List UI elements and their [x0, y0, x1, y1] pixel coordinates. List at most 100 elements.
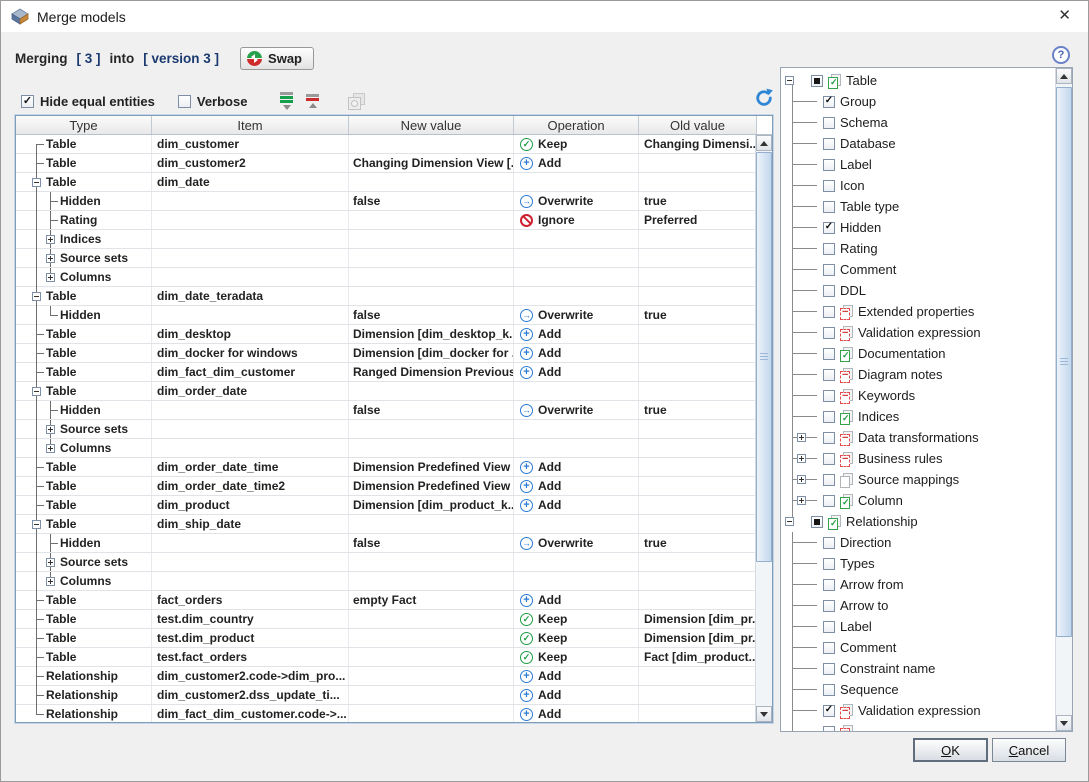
table-row[interactable]: Tabledim_customerKeepChanging Dimensi...	[16, 135, 757, 154]
table-row[interactable]: Tabledim_order_date_timeDimension Predef…	[16, 458, 757, 477]
checkbox[interactable]	[811, 516, 823, 528]
table-row[interactable]: Tabledim_order_date	[16, 382, 757, 401]
table-row[interactable]: Tabledim_date	[16, 173, 757, 192]
checkbox[interactable]	[823, 726, 835, 732]
table-row[interactable]: Tabledim_productDimension [dim_product_k…	[16, 496, 757, 515]
expand-expander-icon[interactable]	[46, 444, 55, 453]
tree-item[interactable]: −	[781, 721, 1055, 731]
table-row[interactable]: Tabledim_desktopDimension [dim_desktop_k…	[16, 325, 757, 344]
collapse-all-icon[interactable]	[305, 94, 320, 108]
hide-equal-entities-checkbox[interactable]: Hide equal entities	[21, 94, 155, 109]
table-row[interactable]: Columns	[16, 268, 757, 287]
tree-item[interactable]: Rating	[781, 238, 1055, 259]
table-row[interactable]: Source sets	[16, 553, 757, 572]
checkbox[interactable]	[823, 327, 835, 339]
tree-item[interactable]: −Validation expression	[781, 322, 1055, 343]
collapse-expander-icon[interactable]	[32, 292, 41, 301]
table-row[interactable]: Tabledim_docker for windowsDimension [di…	[16, 344, 757, 363]
table-row[interactable]: Relationshipdim_customer2.dss_update_ti.…	[16, 686, 757, 705]
table-row[interactable]: Columns	[16, 439, 757, 458]
tree-item[interactable]: −Business rules	[781, 448, 1055, 469]
tree-item[interactable]: Types	[781, 553, 1055, 574]
checkbox[interactable]	[823, 621, 835, 633]
swap-button[interactable]: Swap	[240, 47, 314, 70]
checkbox[interactable]	[823, 411, 835, 423]
help-icon[interactable]: ?	[1052, 46, 1070, 64]
table-row[interactable]: HiddenfalseOverwritetrue	[16, 534, 757, 553]
collapse-expander-icon[interactable]	[785, 517, 794, 526]
table-row[interactable]: Tablefact_ordersempty FactAdd	[16, 591, 757, 610]
checkbox[interactable]	[823, 537, 835, 549]
checkbox[interactable]	[823, 579, 835, 591]
expand-expander-icon[interactable]	[797, 454, 806, 463]
tree-item[interactable]: −Data transformations	[781, 427, 1055, 448]
checkbox[interactable]	[823, 663, 835, 675]
tree-item[interactable]: −Diagram notes	[781, 364, 1055, 385]
checkbox[interactable]	[823, 705, 835, 717]
ok-button[interactable]: OK	[913, 738, 988, 762]
expand-expander-icon[interactable]	[797, 475, 806, 484]
checkbox[interactable]	[823, 495, 835, 507]
column-header[interactable]: Type	[16, 116, 152, 134]
checkbox-unchecked[interactable]	[178, 95, 191, 108]
tree-item[interactable]: Comment	[781, 259, 1055, 280]
table-row[interactable]: Columns	[16, 572, 757, 591]
table-row[interactable]: Tabledim_customer2Changing Dimension Vie…	[16, 154, 757, 173]
table-row[interactable]: Indices	[16, 230, 757, 249]
checkbox[interactable]	[823, 180, 835, 192]
tree-item[interactable]: Group	[781, 91, 1055, 112]
scroll-down-button[interactable]	[1056, 715, 1072, 731]
tree-item[interactable]: Constraint name	[781, 658, 1055, 679]
checkbox[interactable]	[823, 285, 835, 297]
tree-item[interactable]: −Extended properties	[781, 301, 1055, 322]
scroll-up-button[interactable]	[756, 135, 772, 151]
tree-item[interactable]: ✓Table	[781, 70, 1055, 91]
checkbox[interactable]	[823, 222, 835, 234]
column-header[interactable]: New value	[349, 116, 514, 134]
checkbox[interactable]	[823, 243, 835, 255]
expand-expander-icon[interactable]	[797, 496, 806, 505]
tree-item[interactable]: Arrow from	[781, 574, 1055, 595]
tree-item[interactable]: Table type	[781, 196, 1055, 217]
tree-item[interactable]: ✓Documentation	[781, 343, 1055, 364]
cancel-button[interactable]: Cancel	[992, 738, 1066, 762]
tree-item[interactable]: Arrow to	[781, 595, 1055, 616]
tree-item[interactable]: ✓Relationship	[781, 511, 1055, 532]
refresh-icon[interactable]	[753, 87, 775, 109]
verbose-checkbox[interactable]: Verbose	[178, 94, 248, 109]
table-row[interactable]: HiddenfalseOverwritetrue	[16, 306, 757, 325]
table-row[interactable]: Relationshipdim_customer2.code->dim_pro.…	[16, 667, 757, 686]
table-row[interactable]: Source sets	[16, 249, 757, 268]
checkbox[interactable]	[823, 138, 835, 150]
table-row[interactable]: Tabledim_order_date_time2Dimension Prede…	[16, 477, 757, 496]
checkbox[interactable]	[823, 117, 835, 129]
checkbox[interactable]	[823, 201, 835, 213]
expand-expander-icon[interactable]	[46, 273, 55, 282]
tree-item[interactable]: −Validation expression	[781, 700, 1055, 721]
scroll-up-button[interactable]	[1056, 68, 1072, 84]
tree-item[interactable]: Hidden	[781, 217, 1055, 238]
checkbox[interactable]	[823, 558, 835, 570]
table-row[interactable]: Tabletest.dim_productKeepDimension [dim_…	[16, 629, 757, 648]
checkbox[interactable]	[823, 348, 835, 360]
checkbox[interactable]	[823, 369, 835, 381]
tree-item[interactable]: ✓Indices	[781, 406, 1055, 427]
table-row[interactable]: Source sets	[16, 420, 757, 439]
checkbox[interactable]	[811, 75, 823, 87]
checkbox[interactable]	[823, 306, 835, 318]
scroll-down-button[interactable]	[756, 706, 772, 722]
expand-expander-icon[interactable]	[46, 425, 55, 434]
close-icon[interactable]: ✕	[1058, 8, 1071, 24]
tree-item[interactable]: Schema	[781, 112, 1055, 133]
table-row[interactable]: Tabledim_ship_date	[16, 515, 757, 534]
table-row[interactable]: HiddenfalseOverwritetrue	[16, 401, 757, 420]
checkbox[interactable]	[823, 96, 835, 108]
tree-scrollbar[interactable]	[1055, 68, 1072, 731]
tree-item[interactable]: Database	[781, 133, 1055, 154]
table-row[interactable]: Tabledim_date_teradata	[16, 287, 757, 306]
expand-expander-icon[interactable]	[46, 577, 55, 586]
tree-item[interactable]: Sequence	[781, 679, 1055, 700]
expand-expander-icon[interactable]	[46, 558, 55, 567]
checkbox-checked[interactable]	[21, 95, 34, 108]
column-header[interactable]: Item	[152, 116, 349, 134]
